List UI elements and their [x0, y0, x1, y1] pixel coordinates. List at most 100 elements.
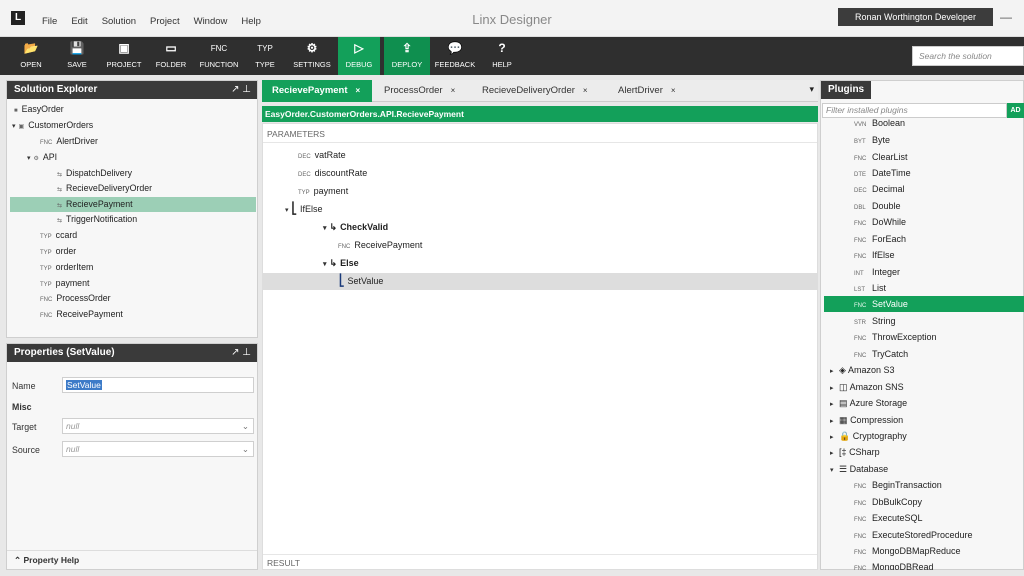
menu-window[interactable]: Window	[194, 16, 228, 27]
plugin-string[interactable]: STR String	[824, 313, 1024, 329]
collapse-arrow-icon[interactable]: ▾	[323, 225, 327, 232]
tab-alertdriver[interactable]: AlertDriver ×	[608, 80, 698, 102]
deploy-button[interactable]: ⇪ DEPLOY	[384, 37, 430, 75]
feedback-button[interactable]: 💬 FEEDBACK	[434, 37, 476, 75]
tree-item-easyorder[interactable]: ■ EasyOrder	[14, 102, 64, 117]
folder-button[interactable]: ▭ FOLDER	[152, 37, 190, 75]
add-plugin-button[interactable]: AD	[1007, 103, 1024, 118]
expand-arrow-icon[interactable]: ▸	[830, 401, 834, 408]
plugin-amazon-sns[interactable]: ▸ ◫ Amazon SNS	[824, 379, 1024, 395]
menu-help[interactable]: Help	[241, 16, 261, 27]
plugin-setvalue[interactable]: FNC SetValue	[824, 296, 1024, 312]
tree-item-processorder[interactable]: FNC ProcessOrder	[40, 291, 111, 306]
close-icon[interactable]: ×	[356, 86, 361, 95]
plugin-filter-input[interactable]: Filter installed plugins	[822, 103, 1007, 118]
expand-arrow-icon[interactable]: ▸	[830, 434, 834, 441]
tab-processorder[interactable]: ProcessOrder ×	[374, 80, 472, 102]
tree-item-alertdriver[interactable]: FNC AlertDriver	[40, 134, 98, 149]
project-button[interactable]: ▣ PROJECT	[104, 37, 144, 75]
pin-icon[interactable]: ↗ ⊥	[231, 344, 251, 362]
close-icon[interactable]: ×	[583, 86, 588, 95]
tree-item-ccard[interactable]: TYP ccard	[40, 228, 77, 243]
collapse-arrow-icon[interactable]: ▾	[323, 261, 327, 268]
plugin-boolean[interactable]: VVN Boolean	[824, 119, 1024, 131]
pin-icon[interactable]: ↗ ⊥	[231, 81, 251, 99]
plugin-dowhile[interactable]: FNC DoWhile	[824, 214, 1024, 230]
tree-item-order[interactable]: TYP order	[40, 244, 76, 259]
collapse-arrow-icon[interactable]: ▾	[12, 123, 16, 130]
plugin-clearlist[interactable]: FNC ClearList	[824, 149, 1024, 165]
expand-arrow-icon[interactable]: ▸	[830, 385, 834, 392]
param-vatrate[interactable]: DEC vatRate	[298, 147, 346, 164]
plugin-double[interactable]: DBL Double	[824, 198, 1024, 214]
menu-project[interactable]: Project	[150, 16, 180, 27]
plugin-amazon-s3[interactable]: ▸ ◈ Amazon S3	[824, 362, 1024, 378]
plugin-csharp[interactable]: ▸ [‡ CSharp	[824, 444, 1024, 460]
open-button[interactable]: 📂 OPEN	[12, 37, 50, 75]
expand-arrow-icon[interactable]: ▸	[830, 418, 834, 425]
debug-button[interactable]: ▷ DEBUG	[338, 37, 380, 75]
chevron-down-icon[interactable]: ⌄	[242, 419, 249, 433]
plugin-dbbulkcopy[interactable]: FNC DbBulkCopy	[824, 494, 1024, 510]
function-button[interactable]: FNC FUNCTION	[196, 37, 242, 75]
tree-item-orderitem[interactable]: TYP orderItem	[40, 260, 93, 275]
plugin-mongodbmapreduce[interactable]: FNC MongoDBMapReduce	[824, 543, 1024, 559]
tab-recievepayment[interactable]: RecievePayment ×	[262, 80, 372, 102]
tab-recievedeliveryorder[interactable]: RecieveDeliveryOrder ×	[472, 80, 608, 102]
plugin-trycatch[interactable]: FNC TryCatch	[824, 346, 1024, 362]
plugin-database[interactable]: ▾ ☰ Database	[824, 461, 1024, 477]
plugin-executestoredprocedure[interactable]: FNC ExecuteStoredProcedure	[824, 527, 1024, 543]
plugin-mongodbread[interactable]: FNC MongoDBRead	[824, 559, 1024, 570]
name-field[interactable]: SetValue	[62, 377, 254, 393]
plugin-compression[interactable]: ▸ ▦ Compression	[824, 412, 1024, 428]
plugin-cryptography[interactable]: ▸ 🔒 Cryptography	[824, 428, 1024, 444]
receivepayment-call[interactable]: FNC ReceivePayment	[338, 237, 422, 254]
close-icon[interactable]: ×	[671, 86, 676, 95]
param-discountrate[interactable]: DEC discountRate	[298, 165, 367, 182]
ifelse-node[interactable]: ▾ ⎣ IfElse	[285, 201, 323, 218]
source-field[interactable]: null ⌄	[62, 441, 254, 457]
plugin-begintransaction[interactable]: FNC BeginTransaction	[824, 477, 1024, 493]
plugin-ifelse[interactable]: FNC IfElse	[824, 247, 1024, 263]
collapse-arrow-icon[interactable]: ▾	[27, 155, 31, 162]
user-account-badge[interactable]: Ronan Worthington Developer	[838, 8, 993, 26]
collapse-arrow-icon[interactable]: ▾	[830, 467, 834, 474]
collapse-arrow-icon[interactable]: ▾	[285, 207, 289, 214]
plugin-integer[interactable]: INT Integer	[824, 264, 1024, 280]
menu-file[interactable]: File	[42, 16, 57, 27]
type-button[interactable]: TYP TYPE	[248, 37, 282, 75]
checkvalid-branch[interactable]: ▾ ↳ CheckValid	[323, 219, 388, 236]
expand-arrow-icon[interactable]: ▸	[830, 368, 834, 375]
tree-item-customerorders[interactable]: ▾ ▣ CustomerOrders	[12, 118, 93, 133]
else-branch[interactable]: ▾ ↳ Else	[323, 255, 359, 272]
plugin-list[interactable]: LST List	[824, 280, 1024, 296]
target-field[interactable]: null ⌄	[62, 418, 254, 434]
close-icon[interactable]: ×	[451, 86, 456, 95]
tree-item-recievedeliveryorder[interactable]: ⇆ RecieveDeliveryOrder	[57, 181, 152, 196]
solution-search-input[interactable]: Search the solution	[912, 46, 1024, 66]
menu-solution[interactable]: Solution	[102, 16, 136, 27]
tab-overflow-icon[interactable]: ▾	[809, 84, 814, 95]
tree-item-receivepayment[interactable]: FNC ReceivePayment	[40, 307, 123, 322]
plugin-executesql[interactable]: FNC ExecuteSQL	[824, 510, 1024, 526]
tree-item-recievepayment[interactable]: ⇆ RecievePayment	[10, 197, 256, 212]
plugin-decimal[interactable]: DEC Decimal	[824, 181, 1024, 197]
chevron-down-icon[interactable]: ⌄	[242, 442, 249, 456]
minimize-icon[interactable]: —	[1000, 10, 1012, 24]
plugin-throwexception[interactable]: FNC ThrowException	[824, 329, 1024, 345]
expand-arrow-icon[interactable]: ▸	[830, 450, 834, 457]
tree-item-dispatchdelivery[interactable]: ⇆ DispatchDelivery	[57, 166, 132, 181]
plugin-azure-storage[interactable]: ▸ ▤ Azure Storage	[824, 395, 1024, 411]
setvalue-node[interactable]: ⎣ SetValue	[263, 273, 818, 290]
tree-item-payment[interactable]: TYP payment	[40, 276, 89, 291]
help-button[interactable]: ? HELP	[484, 37, 520, 75]
plugin-foreach[interactable]: FNC ForEach	[824, 231, 1024, 247]
settings-button[interactable]: ⚙ SETTINGS	[290, 37, 334, 75]
plugin-datetime[interactable]: DTE DateTime	[824, 165, 1024, 181]
param-payment[interactable]: TYP payment	[298, 183, 348, 200]
tree-item-triggernotification[interactable]: ⇆ TriggerNotification	[57, 212, 137, 227]
menu-edit[interactable]: Edit	[71, 16, 87, 27]
plugin-byte[interactable]: BYT Byte	[824, 132, 1024, 148]
property-help-toggle[interactable]: ⌃ Property Help	[7, 550, 257, 569]
tree-item-api[interactable]: ▾ ⚙ API	[27, 150, 57, 165]
